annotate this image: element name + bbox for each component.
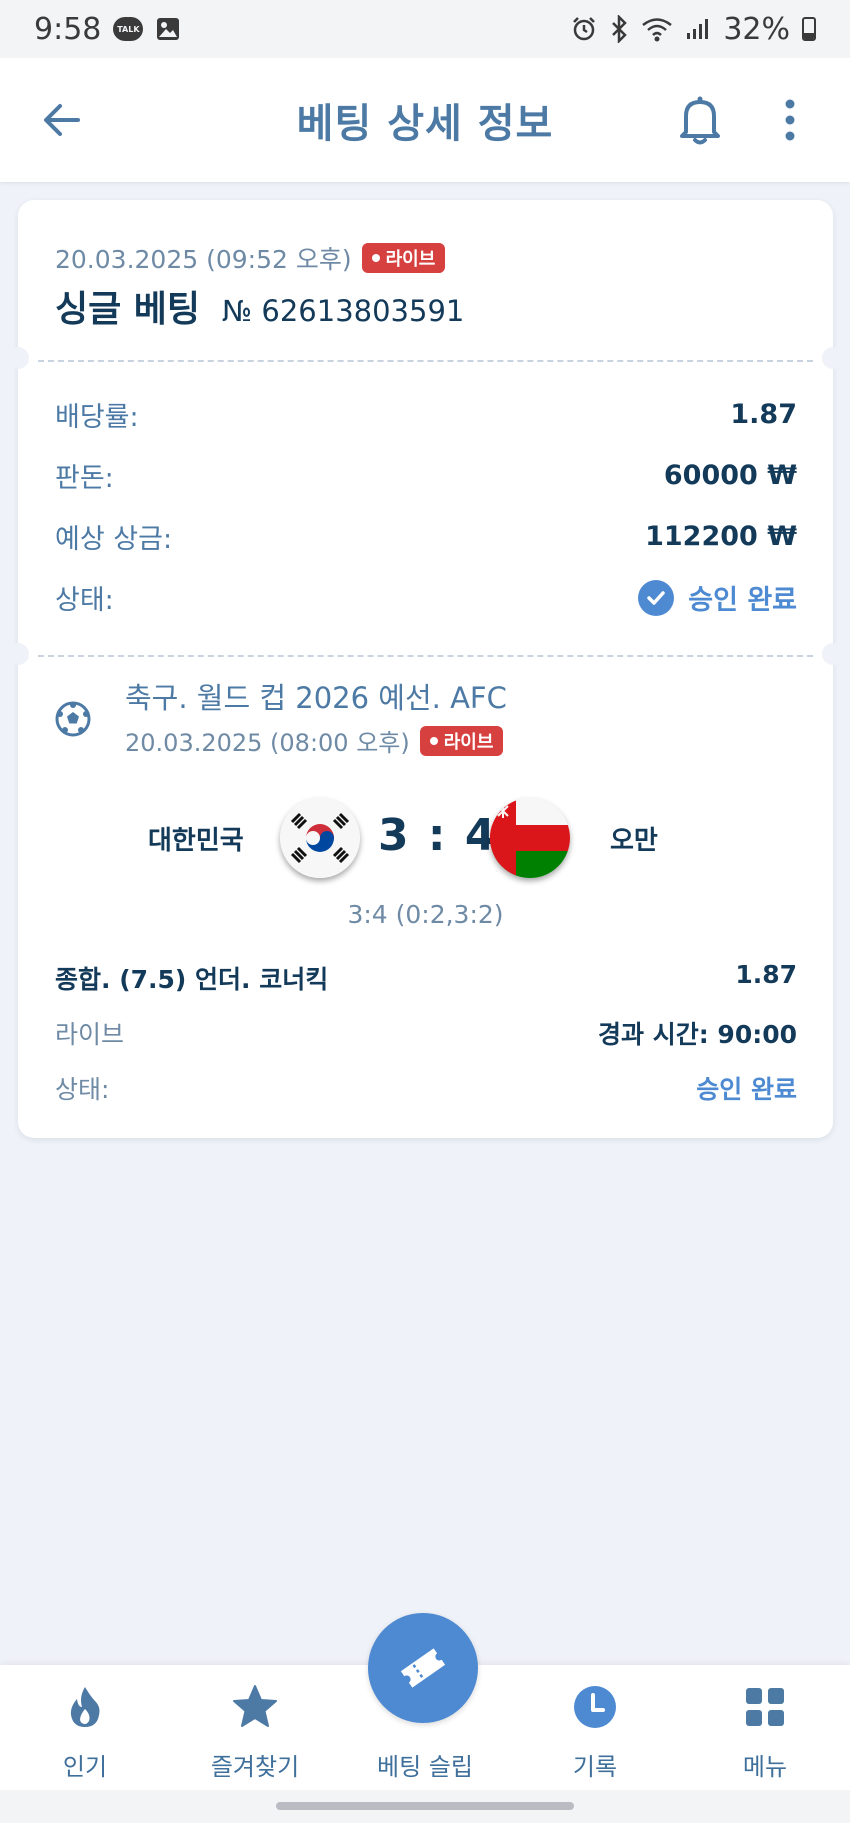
- event-status-row: 상태: 승인 완료: [55, 1070, 797, 1106]
- stake-label: 판돈:: [55, 463, 114, 494]
- stake-value: 60000 ₩: [663, 460, 797, 491]
- nav-history[interactable]: 기록: [510, 1665, 680, 1790]
- ticket-notch: [7, 643, 29, 665]
- payout-label: 예상 상금:: [55, 524, 173, 555]
- more-options-button[interactable]: [776, 94, 804, 146]
- nav-menu[interactable]: 메뉴: [680, 1665, 850, 1790]
- wifi-icon: [641, 16, 673, 42]
- ticket-divider: [38, 360, 813, 362]
- ticket-divider: [38, 655, 813, 657]
- event-date: 20.03.2025 (08:00 오후): [125, 729, 410, 757]
- clock-icon: [574, 1686, 616, 1728]
- market-name: 종합. (7.5) 언더. 코너킥: [55, 965, 329, 994]
- status-value-text: 승인 완료: [688, 585, 797, 616]
- page-title: 베팅 상세 정보: [296, 101, 554, 147]
- event-title: 축구. 월드 컵 2026 예선. AFC: [125, 681, 507, 715]
- nav-popular[interactable]: 인기: [0, 1665, 170, 1790]
- status-time: 9:58: [34, 11, 102, 47]
- score-detail: 3:4 (0:2,3:2): [347, 900, 504, 929]
- home-indicator[interactable]: [276, 1802, 574, 1810]
- home-team-name: 대한민국: [148, 826, 244, 856]
- bet-slip-fab-button[interactable]: [368, 1613, 478, 1723]
- payout-row: 예상 상금: 112200 ₩: [55, 517, 797, 556]
- ticket-notch: [822, 643, 844, 665]
- nav-favorites[interactable]: 즐겨찾기: [170, 1665, 340, 1790]
- live-badge-label: 라이브: [443, 731, 494, 753]
- ticket-notch: [7, 347, 29, 369]
- oman-flag-icon: [490, 798, 570, 878]
- bet-date: 20.03.2025 (09:52 오후): [55, 245, 352, 274]
- live-badge: 라이브: [361, 243, 446, 273]
- kakaotalk-notification-icon: TALK: [113, 17, 144, 41]
- check-circle-icon: [638, 579, 675, 616]
- status-bar: 9:58 TALK 32%: [0, 0, 850, 58]
- back-button[interactable]: [40, 98, 84, 142]
- nav-label: 메뉴: [742, 1753, 788, 1781]
- fire-icon: [70, 1687, 100, 1727]
- stake-row: 판돈: 60000 ₩: [55, 456, 797, 495]
- market-row: 종합. (7.5) 언더. 코너킥 1.87: [55, 960, 797, 996]
- bell-icon: [680, 96, 720, 145]
- payout-value: 112200 ₩: [645, 521, 797, 552]
- market-odds: 1.87: [735, 960, 797, 989]
- ticket-icon: [400, 1648, 446, 1688]
- live-badge: 라이브: [419, 725, 504, 756]
- nav-label: 기록: [572, 1753, 618, 1781]
- event-mode: 라이브: [55, 1020, 125, 1049]
- match-score: 3 : 4: [378, 810, 498, 861]
- bet-number: № 62613803591: [222, 294, 465, 328]
- south-korea-flag-icon: [280, 798, 360, 878]
- bet-type: 싱글 베팅: [55, 289, 201, 330]
- status-row: 상태: 승인 완료: [55, 578, 797, 617]
- odds-value: 1.87: [730, 399, 797, 430]
- arrow-left-icon: [44, 104, 80, 136]
- bet-ticket-card: 20.03.2025 (09:52 오후) 라이브 싱글 베팅 № 626138…: [7, 200, 844, 1138]
- soccer-ball-icon: [55, 701, 91, 737]
- status-label: 상태:: [55, 585, 114, 616]
- status-value: 승인 완료: [638, 578, 797, 617]
- event-date-line: 20.03.2025 (08:00 오후) 라이브: [125, 723, 504, 758]
- notifications-button[interactable]: [676, 94, 724, 146]
- app-header: 베팅 상세 정보: [0, 58, 850, 182]
- star-icon: [233, 1685, 277, 1727]
- live-badge-label: 라이브: [385, 249, 436, 270]
- nav-label: 즐겨찾기: [210, 1753, 300, 1781]
- odds-row: 배당률: 1.87: [55, 395, 797, 434]
- odds-label: 배당률:: [55, 402, 139, 433]
- event-status-label: 상태:: [55, 1075, 110, 1104]
- signal-icon: [685, 17, 711, 41]
- event-status-value: 승인 완료: [696, 1075, 797, 1104]
- elapsed-time: 경과 시간: 90:00: [598, 1020, 797, 1049]
- alarm-icon: [571, 16, 597, 42]
- live-dot-icon: [371, 254, 380, 262]
- grid-icon: [746, 1688, 784, 1726]
- battery-percent: 32%: [723, 11, 790, 47]
- nav-label: 베팅 슬립: [377, 1753, 473, 1781]
- battery-icon: [802, 17, 816, 41]
- bluetooth-icon: [609, 15, 629, 43]
- ticket-header-line: 20.03.2025 (09:52 오후) 라이브: [55, 240, 446, 276]
- mode-row: 라이브 경과 시간: 90:00: [55, 1015, 797, 1051]
- nav-label: 인기: [62, 1753, 108, 1781]
- bet-type-line: 싱글 베팅 № 62613803591: [55, 280, 464, 332]
- ticket-notch: [822, 347, 844, 369]
- live-dot-icon: [429, 736, 438, 745]
- away-team-name: 오만: [610, 826, 658, 856]
- gallery-notification-icon: [155, 16, 181, 42]
- more-vertical-icon: [785, 99, 795, 141]
